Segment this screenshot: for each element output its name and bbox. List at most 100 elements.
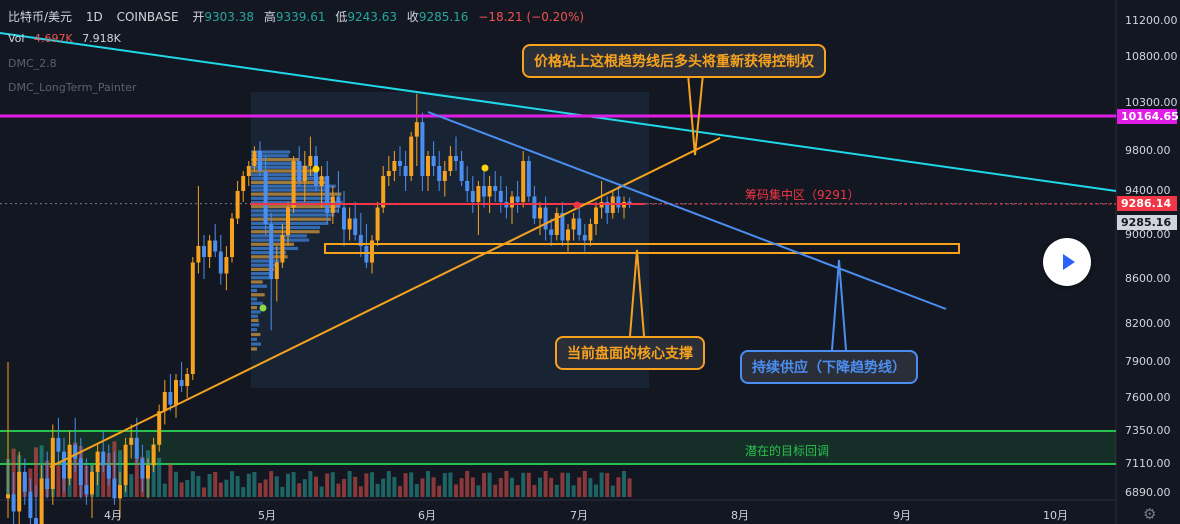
volume-bar bbox=[381, 478, 386, 497]
volume-bar bbox=[224, 479, 229, 497]
volume-bar bbox=[330, 472, 335, 497]
candle-body bbox=[269, 224, 274, 279]
candle-body bbox=[22, 471, 27, 492]
candle-body bbox=[129, 437, 134, 445]
volume-profile-bar bbox=[251, 238, 310, 242]
volume-bar bbox=[526, 472, 531, 497]
candle-body bbox=[386, 171, 391, 176]
legend-low: 9243.63 bbox=[347, 10, 397, 24]
candle-body bbox=[196, 246, 201, 263]
candle-body bbox=[308, 156, 313, 166]
signal-dot bbox=[573, 201, 581, 209]
callout-bull-control[interactable]: 价格站上这根趋势线后多头将重新获得控制权 bbox=[522, 44, 826, 78]
volume-profile-bar bbox=[251, 297, 257, 301]
volume-bar bbox=[252, 471, 257, 497]
signal-dot bbox=[481, 164, 489, 172]
candle-body bbox=[420, 122, 425, 176]
candle-body bbox=[78, 458, 83, 486]
volume-bar bbox=[622, 471, 626, 497]
volume-bar bbox=[364, 473, 369, 497]
candle-body bbox=[179, 380, 184, 386]
volume-profile-bar bbox=[251, 213, 335, 217]
candle-body bbox=[426, 156, 430, 176]
volume-bar bbox=[358, 486, 363, 497]
candle-body bbox=[95, 451, 100, 472]
volume-bar bbox=[549, 477, 554, 497]
candle-body bbox=[50, 437, 55, 490]
volume-profile-bar bbox=[251, 328, 257, 332]
volume-profile-bar bbox=[251, 271, 270, 276]
candle-body bbox=[347, 218, 352, 230]
volume-bar bbox=[325, 473, 330, 497]
volume-bar bbox=[297, 483, 302, 497]
price-axis-tick: 9800.00 bbox=[1125, 144, 1171, 157]
volume-bar bbox=[190, 471, 195, 497]
volume-bar bbox=[392, 476, 397, 497]
volume-bar bbox=[314, 476, 318, 497]
legend-low-label: 低 bbox=[335, 10, 348, 24]
candle-body bbox=[510, 196, 514, 208]
replay-play-button[interactable] bbox=[1043, 238, 1091, 286]
volume-bar bbox=[398, 485, 402, 497]
candle-body bbox=[258, 151, 262, 171]
callout-core-support[interactable]: 当前盘面的核心支撑 bbox=[555, 336, 705, 370]
candle-body bbox=[571, 218, 576, 230]
candle-body bbox=[353, 218, 358, 235]
candle-body bbox=[470, 191, 475, 202]
candle-body bbox=[594, 207, 598, 224]
volume-bar bbox=[213, 471, 218, 497]
volume-profile-bar bbox=[251, 280, 263, 284]
candle-body bbox=[168, 392, 173, 405]
indicator-dmc-longterm[interactable]: DMC_LongTerm_Painter bbox=[8, 81, 136, 94]
volume-bar bbox=[235, 476, 240, 497]
indicator-dmc[interactable]: DMC_2.8 bbox=[8, 57, 57, 70]
volume-bar bbox=[616, 477, 621, 497]
callout-supply-pointer bbox=[831, 259, 847, 351]
volume-bar bbox=[426, 471, 430, 497]
volume-bar bbox=[515, 485, 520, 497]
candle-body bbox=[448, 156, 453, 171]
volume-bar bbox=[241, 487, 246, 497]
signal-dot bbox=[259, 304, 267, 312]
volume-bar bbox=[454, 484, 458, 497]
price-tag-poc: 9286.14 bbox=[1117, 196, 1177, 211]
candle-body bbox=[566, 229, 570, 241]
candle-body bbox=[297, 161, 302, 181]
volume-bar bbox=[409, 472, 414, 497]
volume-bar bbox=[370, 472, 374, 497]
candle-body bbox=[190, 262, 195, 374]
volume-profile-bar bbox=[251, 263, 278, 267]
candle-body bbox=[252, 151, 257, 166]
price-chart[interactable] bbox=[0, 0, 1180, 524]
settings-gear-icon[interactable]: ⚙ bbox=[1143, 505, 1156, 523]
candle-body bbox=[616, 196, 621, 208]
candle-body bbox=[118, 485, 122, 499]
candle-body bbox=[532, 196, 537, 219]
candle-body bbox=[146, 465, 150, 479]
candle-body bbox=[218, 251, 223, 274]
price-axis-panel bbox=[1116, 0, 1180, 524]
volume-bar bbox=[504, 471, 509, 497]
volume-bar bbox=[263, 479, 268, 497]
candle-body bbox=[39, 478, 44, 524]
volume-bar bbox=[571, 485, 576, 497]
volume-profile-bar bbox=[251, 342, 261, 346]
candle-body bbox=[325, 176, 330, 213]
signal-dot bbox=[312, 165, 320, 173]
volume-bar bbox=[129, 474, 134, 497]
price-axis-tick: 11200.00 bbox=[1125, 14, 1178, 27]
candle-body bbox=[101, 451, 106, 466]
candle-body bbox=[515, 196, 520, 202]
volume-profile-bar bbox=[251, 225, 320, 230]
volume-bar bbox=[174, 471, 178, 497]
legend-interval[interactable]: 1D bbox=[86, 10, 103, 24]
volume-bar bbox=[308, 471, 313, 497]
callout-supply-trendline[interactable]: 持续供应（下降趋势线） bbox=[740, 350, 918, 384]
volume-profile-bar bbox=[251, 288, 257, 293]
legend-symbol[interactable]: 比特币/美元 bbox=[8, 10, 72, 24]
volume-bar bbox=[258, 482, 262, 497]
candle-body bbox=[274, 262, 279, 279]
volume-legend[interactable]: Vol 4.697K 7.918K bbox=[8, 32, 121, 45]
candle-body bbox=[549, 229, 554, 235]
volume-bar bbox=[588, 478, 593, 497]
